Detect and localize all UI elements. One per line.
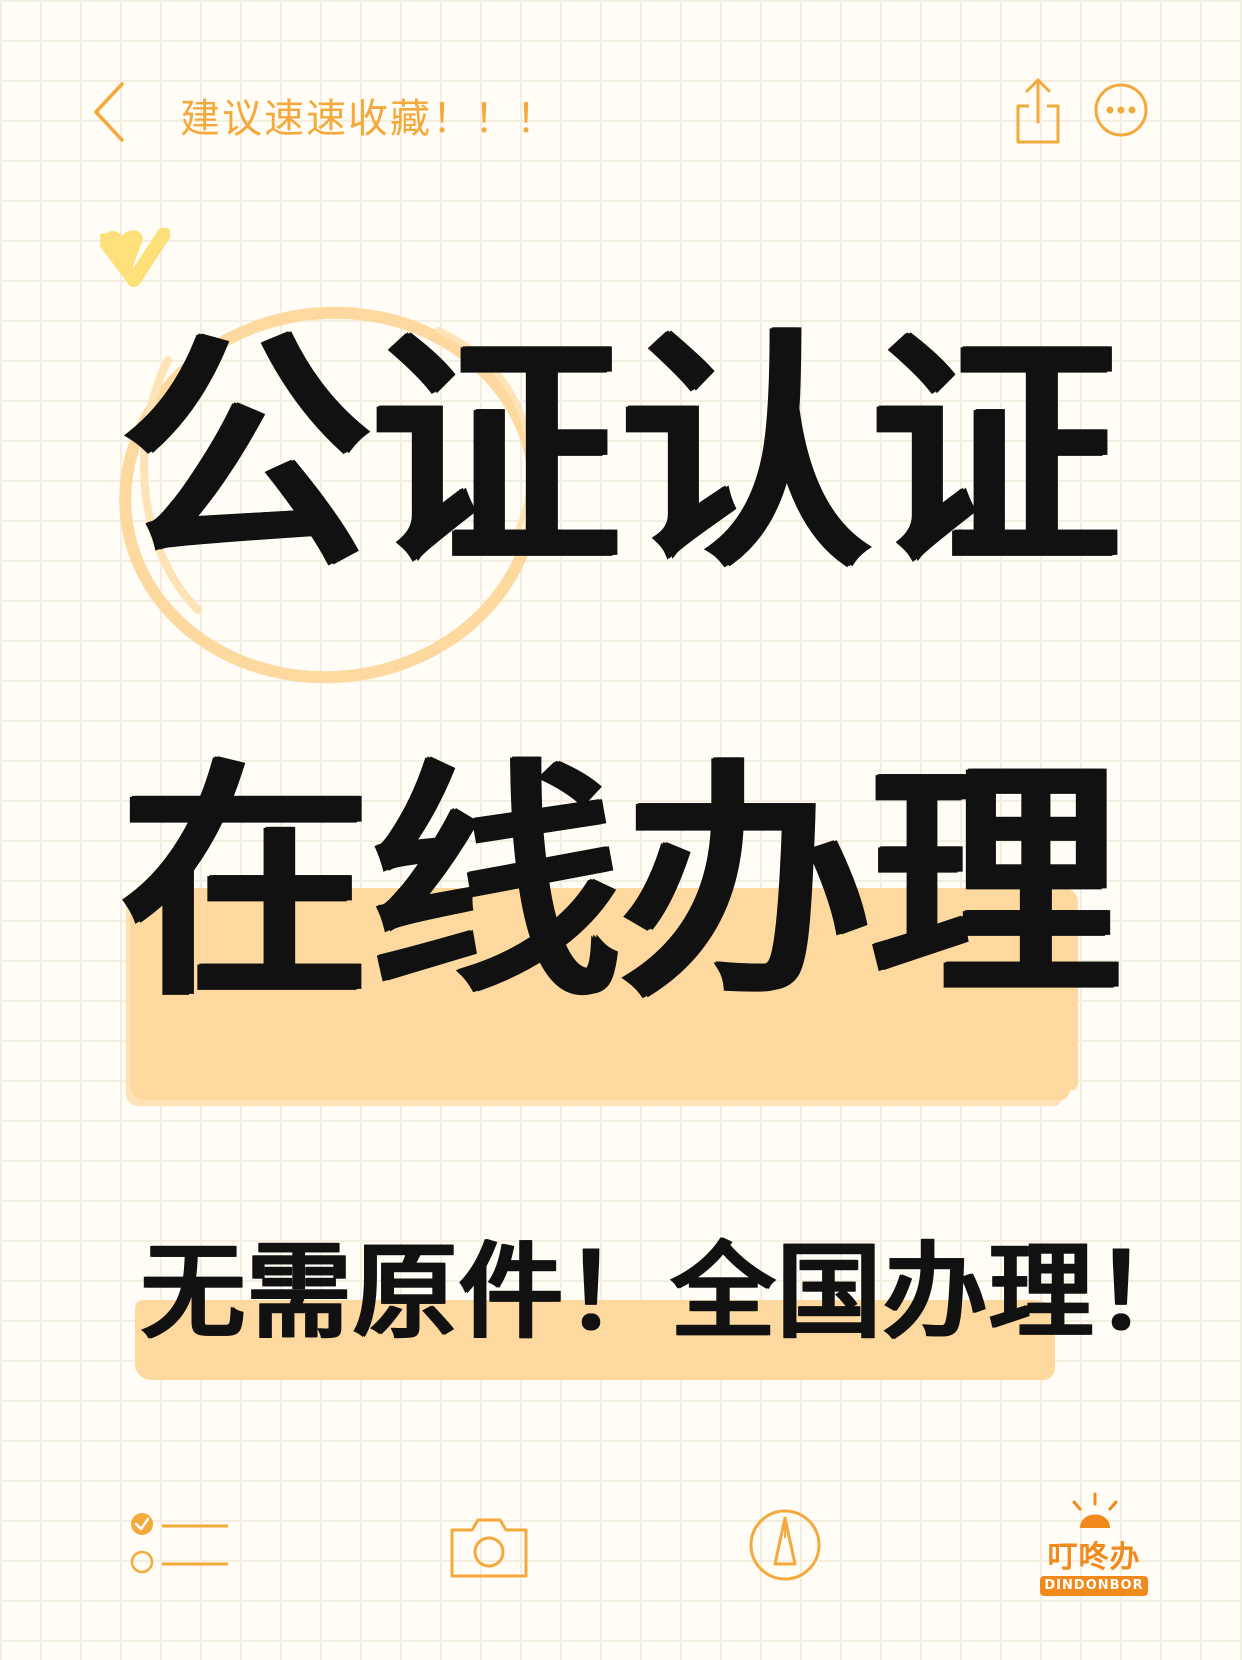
headline-line-1: 公证认证 [120,309,1120,600]
top-bar: 建议速速收藏！！！ [0,60,1242,160]
subheadline: 无需原件！全国办理！ [140,1231,1201,1353]
heart-doodle-icon [100,228,170,287]
back-button[interactable] [88,70,138,150]
share-button[interactable] [1012,72,1064,148]
page-title: 建议速速收藏！！！ [180,96,558,142]
logo-subtitle: DINDONBOR [1040,1576,1148,1596]
more-button[interactable] [1093,82,1149,138]
share-icon [1016,78,1060,144]
headline-line-2: 在线办理 [120,739,1120,1030]
checklist-icon [130,1513,228,1574]
bottom-toolbar: 叮咚办 DINDONBOR [0,1490,1242,1610]
more-icon [1094,83,1148,137]
pen-icon [749,1509,821,1581]
checklist-button[interactable] [128,1510,232,1586]
chevron-left-icon [94,82,124,142]
camera-icon [450,1518,528,1578]
camera-button[interactable] [446,1512,532,1582]
brand-logo: 叮咚办 DINDONBOR [1030,1490,1160,1600]
pen-button[interactable] [748,1508,822,1582]
logo-name: 叮咚办 [1047,1540,1141,1575]
bell-icon [1072,1492,1118,1528]
